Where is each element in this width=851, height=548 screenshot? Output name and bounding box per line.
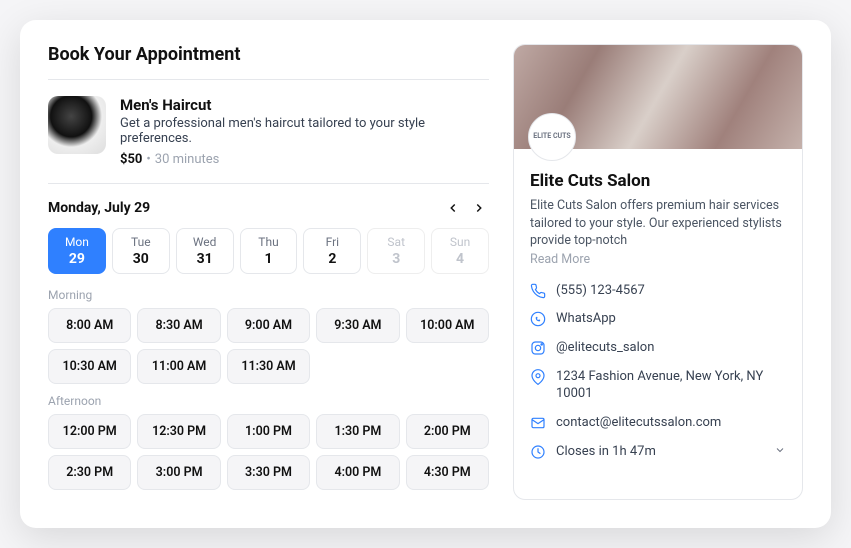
time-slot[interactable]: 4:30 PM bbox=[406, 455, 489, 490]
time-slot[interactable]: 3:00 PM bbox=[137, 455, 220, 490]
day-cell: Sun 4 bbox=[431, 228, 489, 274]
day-of-week: Mon bbox=[49, 235, 105, 249]
clock-icon bbox=[530, 444, 546, 460]
days-row: Mon 29 Tue 30 Wed 31 Thu 1 Fri 2 Sat 3 Sun 4 bbox=[48, 228, 489, 274]
contact-row[interactable]: @elitecuts_salon bbox=[530, 340, 786, 357]
contact-text: Closes in 1h 47m bbox=[556, 444, 764, 461]
whatsapp-icon bbox=[530, 311, 546, 327]
time-slot[interactable]: 10:30 AM bbox=[48, 349, 131, 384]
time-slot[interactable]: 11:00 AM bbox=[137, 349, 220, 384]
time-slot[interactable]: 4:00 PM bbox=[316, 455, 399, 490]
contact-row[interactable]: 1234 Fashion Avenue, New York, NY 10001 bbox=[530, 369, 786, 403]
day-of-week: Wed bbox=[177, 235, 233, 249]
salon-description: Elite Cuts Salon offers premium hair ser… bbox=[530, 197, 786, 250]
instagram-icon bbox=[530, 340, 546, 356]
day-of-week: Tue bbox=[113, 235, 169, 249]
time-slot[interactable]: 8:00 AM bbox=[48, 308, 131, 343]
salon-logo: ELITE CUTS bbox=[528, 113, 576, 161]
contact-row[interactable]: (555) 123-4567 bbox=[530, 283, 786, 300]
contact-text: 1234 Fashion Avenue, New York, NY 10001 bbox=[556, 369, 786, 403]
contact-row[interactable]: Closes in 1h 47m bbox=[530, 444, 786, 461]
page-title: Book Your Appointment bbox=[48, 44, 489, 80]
day-cell[interactable]: Mon 29 bbox=[48, 228, 106, 274]
date-header: Monday, July 29 bbox=[48, 198, 489, 218]
service-price: $50 bbox=[120, 152, 142, 167]
salon-logo-text: ELITE CUTS bbox=[533, 133, 570, 141]
contact-row[interactable]: contact@elitecutssalon.com bbox=[530, 415, 786, 432]
contact-text: (555) 123-4567 bbox=[556, 283, 786, 300]
day-cell[interactable]: Thu 1 bbox=[240, 228, 298, 274]
service-title: Men's Haircut bbox=[120, 96, 489, 114]
next-week-button[interactable] bbox=[469, 198, 489, 218]
day-cell[interactable]: Tue 30 bbox=[112, 228, 170, 274]
contact-row[interactable]: WhatsApp bbox=[530, 311, 786, 328]
time-slot[interactable]: 9:00 AM bbox=[227, 308, 310, 343]
day-of-week: Sat bbox=[368, 235, 424, 249]
service-body: Men's Haircut Get a professional men's h… bbox=[120, 96, 489, 167]
time-slot[interactable]: 2:00 PM bbox=[406, 414, 489, 449]
time-groups: Morning 8:00 AM8:30 AM9:00 AM9:30 AM10:00… bbox=[48, 288, 489, 490]
phone-icon bbox=[530, 283, 546, 299]
time-slot[interactable]: 9:30 AM bbox=[316, 308, 399, 343]
day-of-week: Sun bbox=[432, 235, 488, 249]
day-of-week: Thu bbox=[241, 235, 297, 249]
time-slot[interactable]: 1:30 PM bbox=[316, 414, 399, 449]
day-cell[interactable]: Wed 31 bbox=[176, 228, 234, 274]
day-cell[interactable]: Fri 2 bbox=[303, 228, 361, 274]
service-description: Get a professional men's haircut tailore… bbox=[120, 116, 489, 146]
service-image bbox=[48, 96, 106, 154]
booking-card: Book Your Appointment Men's Haircut Get … bbox=[20, 20, 831, 528]
email-icon bbox=[530, 415, 546, 431]
service-block: Men's Haircut Get a professional men's h… bbox=[48, 80, 489, 184]
selected-date-label: Monday, July 29 bbox=[48, 200, 150, 216]
time-slots-grid: 8:00 AM8:30 AM9:00 AM9:30 AM10:00 AM 10:3… bbox=[48, 308, 489, 384]
contact-list: (555) 123-4567 WhatsApp @elitecuts_salon 12… bbox=[530, 283, 786, 461]
read-more-link[interactable]: Read More bbox=[530, 252, 786, 267]
salon-body: Elite Cuts Salon Elite Cuts Salon offers… bbox=[514, 149, 802, 477]
salon-name: Elite Cuts Salon bbox=[530, 171, 786, 191]
salon-cover-image: ELITE CUTS bbox=[514, 45, 802, 149]
day-number: 30 bbox=[113, 251, 169, 267]
contact-text: @elitecuts_salon bbox=[556, 340, 786, 357]
time-slot[interactable]: 11:30 AM bbox=[227, 349, 310, 384]
prev-week-button[interactable] bbox=[443, 198, 463, 218]
day-number: 1 bbox=[241, 251, 297, 267]
time-slot[interactable]: 10:00 AM bbox=[406, 308, 489, 343]
time-slot[interactable]: 12:30 PM bbox=[137, 414, 220, 449]
day-number: 3 bbox=[368, 251, 424, 267]
time-slot[interactable]: 1:00 PM bbox=[227, 414, 310, 449]
day-number: 29 bbox=[49, 251, 105, 267]
time-slot[interactable]: 12:00 PM bbox=[48, 414, 131, 449]
time-slots-grid: 12:00 PM12:30 PM1:00 PM1:30 PM2:00 PM 2:3… bbox=[48, 414, 489, 490]
time-slot[interactable]: 2:30 PM bbox=[48, 455, 131, 490]
salon-panel: ELITE CUTS Elite Cuts Salon Elite Cuts S… bbox=[513, 44, 803, 500]
day-number: 31 bbox=[177, 251, 233, 267]
date-nav bbox=[443, 198, 489, 218]
day-number: 4 bbox=[432, 251, 488, 267]
chevron-down-icon bbox=[774, 444, 786, 456]
left-panel: Book Your Appointment Men's Haircut Get … bbox=[48, 44, 489, 500]
day-cell: Sat 3 bbox=[367, 228, 425, 274]
meta-separator: • bbox=[146, 152, 150, 167]
day-of-week: Fri bbox=[304, 235, 360, 249]
chevron-right-icon bbox=[472, 201, 486, 215]
contact-text: contact@elitecutssalon.com bbox=[556, 415, 786, 432]
location-icon bbox=[530, 369, 546, 385]
chevron-left-icon bbox=[446, 201, 460, 215]
day-number: 2 bbox=[304, 251, 360, 267]
time-group-label: Morning bbox=[48, 288, 489, 302]
time-slot[interactable]: 8:30 AM bbox=[137, 308, 220, 343]
contact-text: WhatsApp bbox=[556, 311, 786, 328]
time-slot[interactable]: 3:30 PM bbox=[227, 455, 310, 490]
service-duration: 30 minutes bbox=[155, 152, 220, 167]
time-group-label: Afternoon bbox=[48, 394, 489, 408]
service-meta: $50 • 30 minutes bbox=[120, 152, 489, 167]
